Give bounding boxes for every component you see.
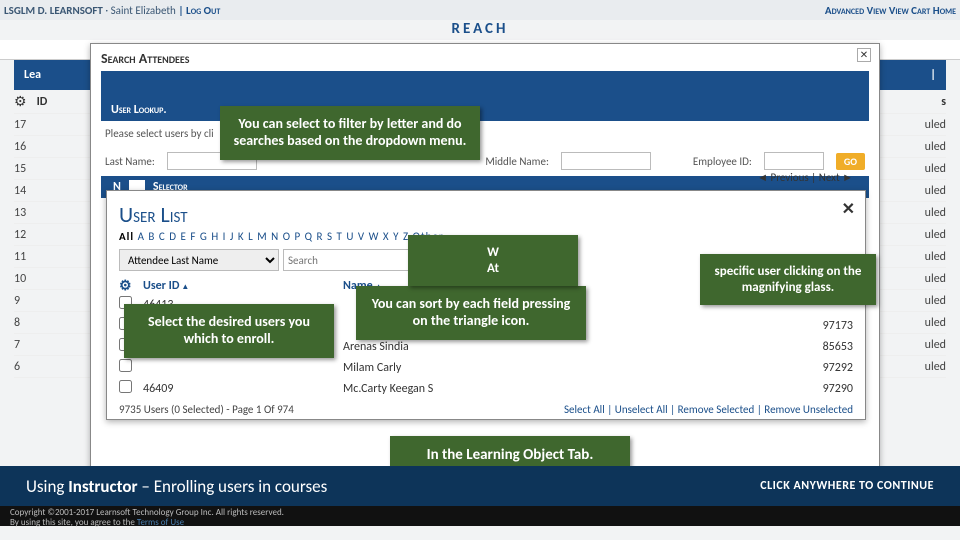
callout-fragment: WAt	[408, 235, 578, 286]
search-field-select[interactable]: Attendee Last Name	[119, 249, 279, 271]
copyright-footer: Copyright ©2001-2017 Learnsoft Technolog…	[0, 506, 960, 526]
app-topbar: LSGLM D. LEARNSOFT · Saint Elizabeth | L…	[0, 0, 960, 20]
callout-sort-triangle: You can sort by each field pressing on t…	[356, 286, 586, 340]
org-name: · Saint Elizabeth	[105, 4, 175, 17]
reach-logo: REACH	[0, 20, 960, 40]
view-cart-link[interactable]: View Cart	[889, 4, 930, 17]
middle-name-input[interactable]	[561, 152, 651, 170]
pager[interactable]: ◄ Previous | Next ►	[757, 171, 853, 184]
brand-name: LSGLM D. LEARNSOFT	[4, 4, 103, 17]
row-checkbox[interactable]	[119, 359, 132, 372]
go-button[interactable]: GO	[836, 153, 865, 170]
close-icon[interactable]: ✕	[842, 199, 855, 219]
gear-icon[interactable]: ⚙	[119, 277, 143, 294]
slide-footer[interactable]: Using Instructor – Enrolling users in co…	[0, 466, 960, 506]
home-link[interactable]: Home	[933, 4, 956, 17]
table-row[interactable]: Milam Carly97292	[119, 357, 853, 378]
sort-triangle-icon[interactable]: ▲	[181, 282, 189, 292]
employee-id-input[interactable]	[764, 152, 824, 170]
click-continue[interactable]: CLICK ANYWHERE TO CONTINUE	[760, 479, 934, 493]
callout-filter-dropdown: You can select to filter by letter and d…	[220, 106, 480, 160]
middle-name-label: Middle Name:	[485, 155, 549, 168]
modal-title: Search Attendees	[101, 50, 869, 67]
employee-id-label: Employee ID:	[693, 155, 752, 168]
foot-actions[interactable]: Select All | Unselect All | Remove Selec…	[564, 403, 853, 416]
slide-title: Using Instructor – Enrolling users in co…	[26, 476, 327, 497]
last-name-label: Last Name:	[105, 155, 155, 168]
user-list-title: User List	[119, 201, 853, 228]
id-column-header: ID	[37, 95, 48, 109]
logout-link[interactable]: | Log Out	[178, 4, 220, 17]
callout-select-users: Select the desired users you which to en…	[124, 304, 334, 358]
terms-link[interactable]: Terms of Use	[137, 517, 184, 528]
advanced-view-link[interactable]: Advanced View	[825, 4, 886, 17]
callout-search-magnifier: specific user clicking on the magnifying…	[700, 254, 876, 305]
close-icon[interactable]: ✕	[857, 48, 871, 62]
user-list-footer: 9735 Users (0 Selected) - Page 1 Of 974 …	[119, 403, 853, 416]
table-row[interactable]: 46409Mc.Carty Keegan S97290	[119, 378, 853, 399]
lookup-filters: Please select users by cli	[101, 121, 869, 146]
sort-user-id[interactable]: User ID	[143, 279, 179, 293]
user-lookup-heading: User Lookup.	[101, 99, 869, 121]
gear-icon[interactable]: ⚙	[14, 93, 27, 110]
foot-count: 9735 Users (0 Selected) - Page 1 Of 974	[119, 403, 294, 416]
row-checkbox[interactable]	[119, 380, 132, 393]
